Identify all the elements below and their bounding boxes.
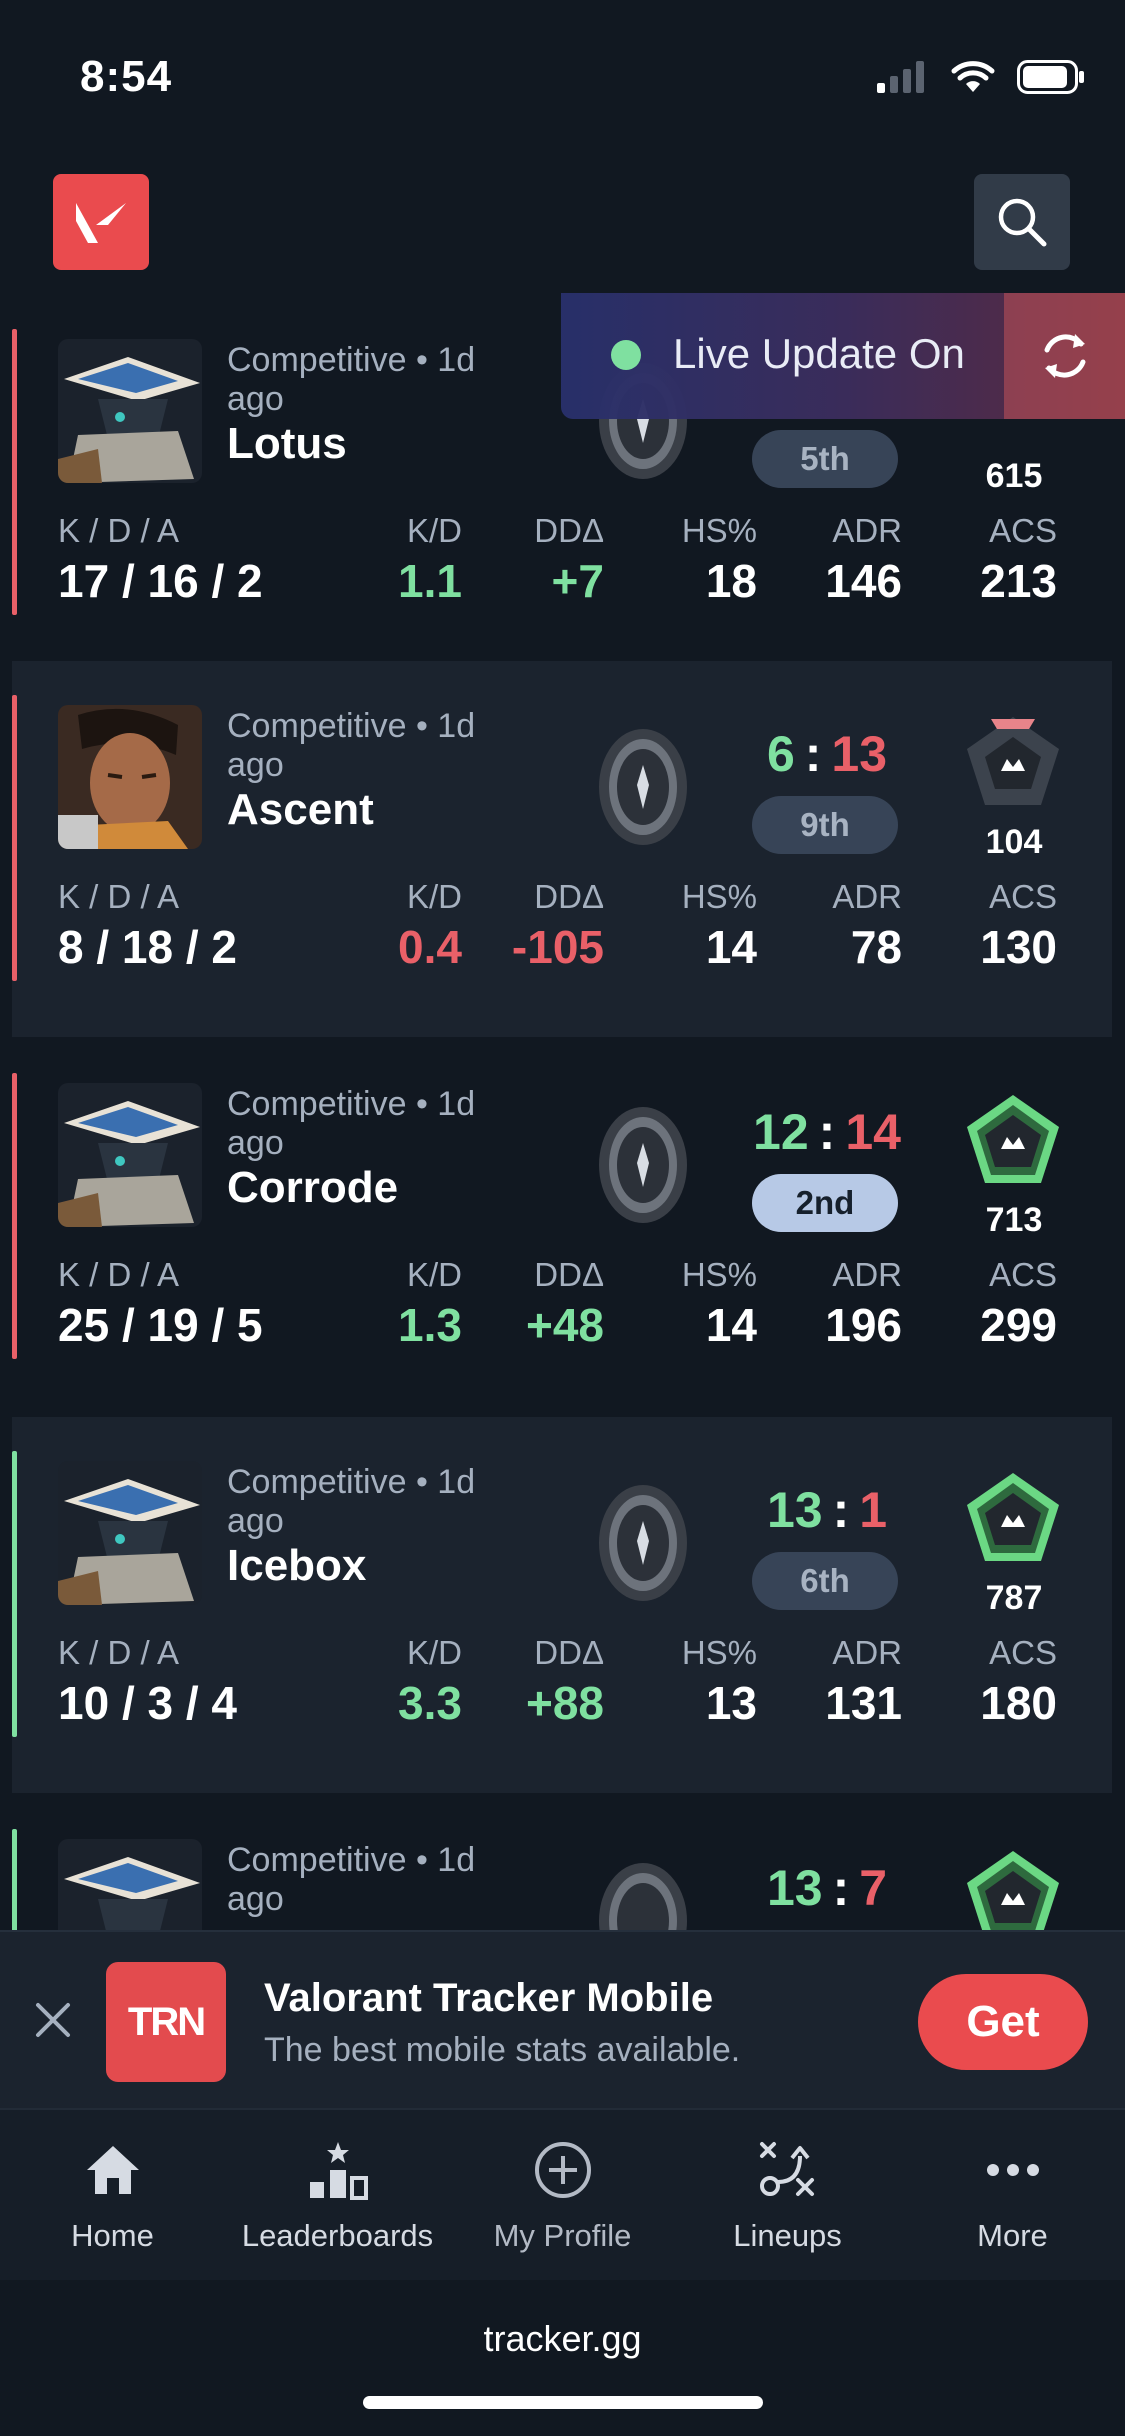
match-mode: Competitive • 1d ago (227, 1463, 476, 1540)
stat-acs: ACS 130 (980, 878, 1057, 973)
map-name: Ascent (227, 785, 374, 834)
stat-headshot: HS% 13 (681, 1634, 757, 1729)
result-edge (12, 695, 17, 981)
add-circle-icon (534, 2142, 591, 2198)
refresh-icon (1044, 334, 1085, 378)
stat-adr: ADR 78 (832, 878, 902, 973)
rank-rating: 615 (985, 457, 1043, 495)
stat-kd: K/D 1.1 (398, 512, 462, 607)
rank-rating: 104 (985, 823, 1043, 861)
stat-adr: ADR 146 (825, 512, 902, 607)
stat-kda: K / D / A 17 / 16 / 2 (58, 512, 263, 607)
stat-kda: K / D / A 10 / 3 / 4 (58, 1634, 238, 1729)
search-button[interactable] (974, 174, 1070, 270)
stat-acs: ACS 213 (980, 512, 1057, 607)
stat-damage-delta: DDΔ -105 (511, 878, 604, 973)
rank-tier-icon (967, 1473, 1059, 1561)
close-banner-button[interactable] (30, 1997, 76, 2043)
rank-badge-icon (599, 1107, 687, 1223)
stat-adr: ADR 131 (825, 1634, 902, 1729)
stat-headshot: HS% 14 (681, 878, 757, 973)
url-label[interactable]: tracker.gg (0, 2318, 1125, 2360)
rank-tier-icon (967, 1851, 1059, 1930)
home-icon (86, 2146, 139, 2194)
stat-kda: K / D / A 25 / 19 / 5 (58, 1256, 263, 1351)
agent-avatar (58, 1083, 202, 1227)
agent-avatar (58, 1839, 202, 1930)
match-card[interactable]: Competitive • 1d ago 13:7 (12, 1795, 1112, 1930)
map-name: Lotus (227, 419, 347, 468)
wifi-icon (951, 61, 995, 92)
match-score: 13:1 (766, 1482, 888, 1538)
stat-kda: K / D / A 8 / 18 / 2 (58, 878, 238, 973)
agent-avatar (58, 339, 202, 483)
stat-damage-delta: DDΔ +88 (525, 1634, 604, 1729)
live-update-label: Live Update On (673, 330, 965, 377)
valorant-logo-button[interactable] (53, 174, 149, 270)
map-name: Corrode (227, 1163, 399, 1212)
rank-rating: 787 (985, 1579, 1043, 1617)
refresh-button[interactable] (1004, 293, 1125, 419)
agent-avatar (58, 1461, 202, 1605)
more-icon (986, 2164, 1039, 2176)
stat-kd: K/D 3.3 (398, 1634, 462, 1729)
match-score: 6:13 (766, 726, 888, 782)
trn-logo: TRN (106, 1962, 226, 2082)
result-edge (12, 1073, 17, 1359)
home-indicator[interactable] (363, 2396, 763, 2409)
match-score: 12:14 (753, 1104, 901, 1160)
stat-damage-delta: DDΔ +48 (525, 1256, 604, 1351)
rank-tier-icon (967, 1095, 1059, 1183)
match-placement: 6th (752, 1552, 898, 1610)
stat-damage-delta: DDΔ +7 (534, 512, 604, 607)
match-card[interactable]: Competitive • 1d ago Icebox 13:1 6th 787… (12, 1417, 1112, 1793)
rank-badge-icon (599, 729, 687, 845)
match-mode: Competitive • 1d ago (227, 341, 476, 418)
leaderboards-icon (309, 2142, 368, 2200)
match-placement: 9th (752, 796, 898, 854)
result-edge (12, 1451, 17, 1737)
match-list[interactable]: Competitive • 1d ago Lotus 5th 615 K / D… (12, 295, 1112, 1930)
battery-icon (1017, 60, 1084, 94)
stat-acs: ACS 299 (980, 1256, 1057, 1351)
match-placement: 5th (752, 430, 898, 488)
result-edge (12, 329, 17, 615)
status-icons (877, 60, 1085, 94)
nav-lineups[interactable]: Lineups (675, 2130, 900, 2254)
close-icon (36, 2003, 70, 2037)
match-card[interactable]: Competitive • 1d ago Corrode 12:14 2nd 7… (12, 1039, 1112, 1415)
cellular-signal-icon (877, 61, 924, 93)
banner-subtitle: The best mobile stats available. (264, 2031, 741, 2069)
rank-tier-icon (967, 717, 1059, 805)
stat-headshot: HS% 18 (681, 512, 757, 607)
match-mode: Competitive • 1d ago (227, 1085, 476, 1162)
match-score: 13:7 (766, 1860, 888, 1916)
stat-kd: K/D 1.3 (398, 1256, 462, 1351)
map-name: Icebox (227, 1541, 367, 1590)
result-edge (12, 1829, 17, 1930)
nav-my-profile[interactable]: My Profile (450, 2130, 675, 2254)
nav-leaderboards[interactable]: Leaderboards (225, 2130, 450, 2254)
nav-more[interactable]: More (900, 2130, 1125, 2254)
rank-rating: 713 (985, 1201, 1043, 1239)
lineups-icon (759, 2142, 814, 2196)
match-mode: Competitive • 1d ago (227, 1841, 476, 1918)
nav-home[interactable]: Home (0, 2130, 225, 2254)
banner-title: Valorant Tracker Mobile (264, 1976, 714, 2020)
stat-headshot: HS% 14 (681, 1256, 757, 1351)
match-card[interactable]: Competitive • 1d ago Ascent 6:13 9th 104… (12, 661, 1112, 1037)
match-placement: 2nd (752, 1174, 898, 1232)
status-time: 8:54 (80, 52, 173, 101)
stat-adr: ADR 196 (825, 1256, 902, 1351)
rank-badge-icon (599, 1485, 687, 1601)
stat-kd: K/D 0.4 (398, 878, 462, 973)
match-mode: Competitive • 1d ago (227, 707, 476, 784)
get-app-button[interactable]: Get (918, 1974, 1088, 2070)
stat-acs: ACS 180 (980, 1634, 1057, 1729)
search-icon (998, 198, 1047, 247)
rank-badge-icon (599, 1863, 687, 1930)
agent-avatar (58, 705, 202, 849)
live-status-dot (611, 340, 641, 370)
valorant-icon (76, 203, 126, 243)
